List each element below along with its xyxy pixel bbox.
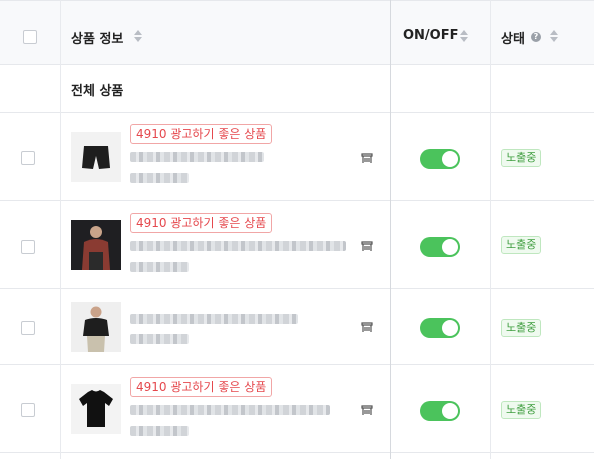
row-checkbox[interactable]	[21, 151, 35, 165]
status-badge: 노출중	[501, 149, 542, 167]
toggle-knob	[442, 239, 458, 255]
product-thumbnail[interactable]	[71, 132, 121, 182]
column-divider	[60, 0, 61, 459]
product-table: 상품 정보 ON/OFF 상태 ? 전체 상품 4910 광고하기 좋은 상품 …	[0, 0, 594, 459]
shorts-image	[82, 146, 110, 169]
product-name-redacted	[130, 405, 330, 415]
ad-recommend-badge: 4910 광고하기 좋은 상품	[130, 213, 273, 233]
onoff-toggle[interactable]	[420, 401, 460, 421]
product-name-redacted	[130, 314, 298, 324]
product-code-redacted	[130, 334, 189, 344]
product-code-redacted	[130, 262, 189, 272]
all-products-label: 전체 상품	[71, 84, 124, 99]
product-code-redacted	[130, 173, 189, 183]
table-row: 4910 광고하기 좋은 상품 노출중	[0, 201, 594, 289]
header-product-info: 상품 정보	[71, 32, 124, 47]
product-thumbnail[interactable]	[71, 220, 121, 270]
man-shirt-image	[82, 226, 110, 270]
header-status: 상태	[501, 32, 525, 47]
man-tshirt-image	[83, 306, 109, 352]
store-icon[interactable]	[361, 405, 373, 416]
status-badge: 노출중	[501, 401, 542, 419]
row-checkbox[interactable]	[21, 321, 35, 335]
toggle-knob	[442, 151, 458, 167]
column-divider	[490, 0, 491, 459]
product-thumbnail[interactable]	[71, 302, 121, 352]
onoff-toggle[interactable]	[420, 149, 460, 169]
ad-recommend-badge: 4910 광고하기 좋은 상품	[130, 124, 273, 144]
sort-onoff-icon[interactable]	[460, 30, 469, 42]
table-row: 노출중	[0, 289, 594, 365]
help-icon[interactable]: ?	[531, 32, 541, 42]
status-badge: 노출중	[501, 236, 542, 254]
sort-product-info-icon[interactable]	[134, 30, 143, 42]
select-all-checkbox[interactable]	[23, 30, 37, 44]
product-name-redacted	[130, 152, 264, 162]
product-name-redacted	[130, 241, 346, 251]
onoff-toggle[interactable]	[420, 237, 460, 257]
table-row: 4910 광고하기 좋은 상품 노출중	[0, 113, 594, 201]
toggle-knob	[442, 403, 458, 419]
column-divider	[390, 0, 391, 459]
all-products-row: 전체 상품	[0, 65, 594, 113]
table-header: 상품 정보 ON/OFF 상태 ?	[0, 0, 594, 65]
sort-status-icon[interactable]	[550, 30, 559, 42]
store-icon[interactable]	[361, 241, 373, 252]
ad-recommend-badge: 4910 광고하기 좋은 상품	[130, 377, 273, 397]
table-row: 4910 광고하기 좋은 상품 노출중	[0, 365, 594, 453]
header-onoff: ON/OFF	[403, 28, 459, 43]
product-thumbnail[interactable]	[71, 384, 121, 434]
product-code-redacted	[130, 426, 189, 436]
status-badge: 노출중	[501, 319, 542, 337]
row-checkbox[interactable]	[21, 240, 35, 254]
black-tshirt-image	[79, 390, 113, 427]
toggle-knob	[442, 320, 458, 336]
onoff-toggle[interactable]	[420, 318, 460, 338]
row-checkbox[interactable]	[21, 403, 35, 417]
store-icon[interactable]	[361, 153, 373, 164]
store-icon[interactable]	[361, 322, 373, 333]
